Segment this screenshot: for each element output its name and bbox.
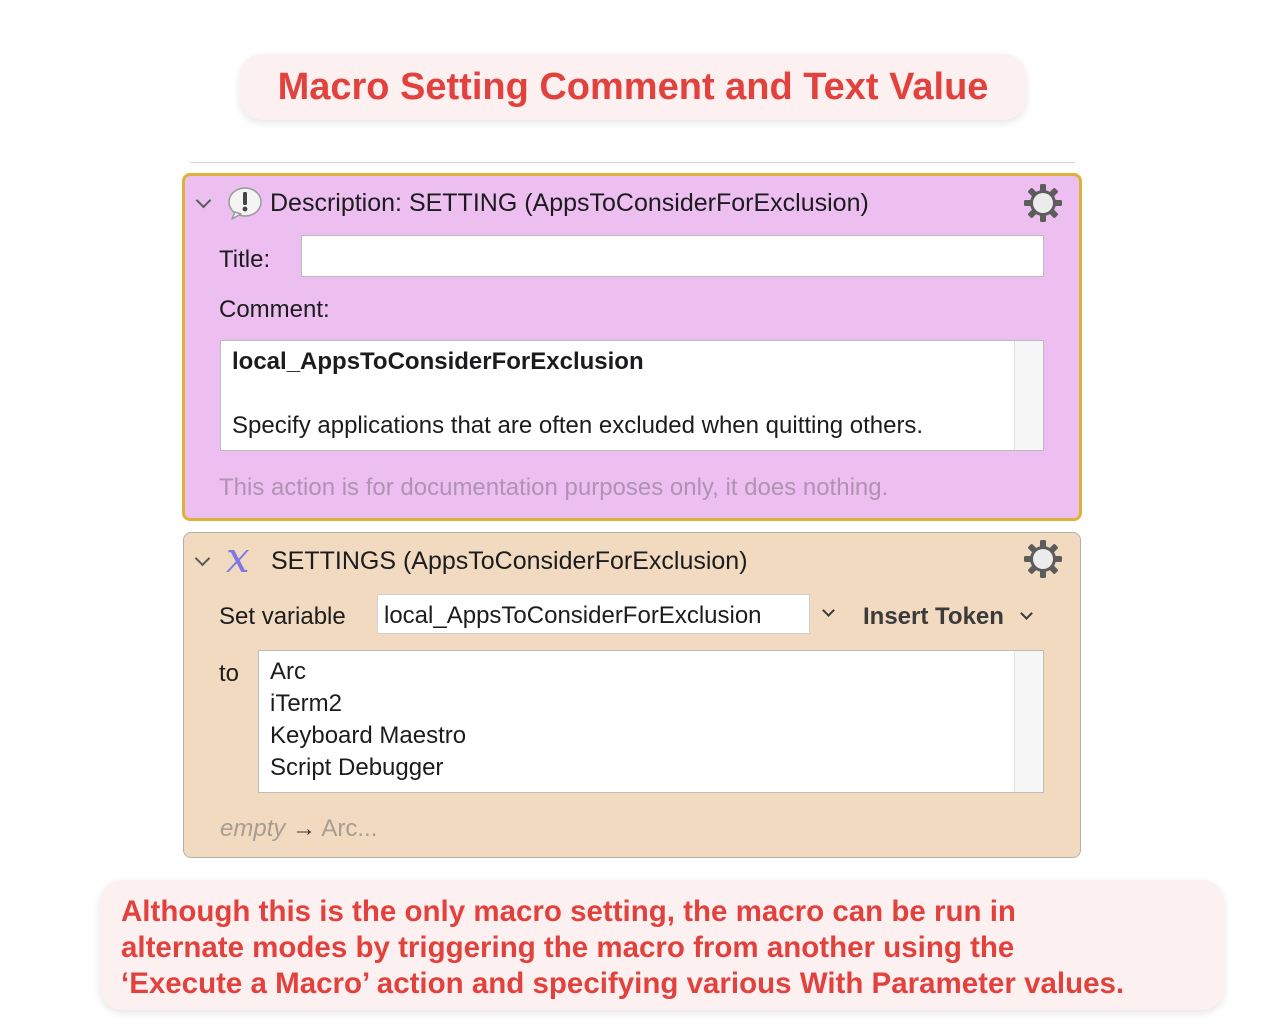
gear-icon[interactable] — [1023, 183, 1063, 223]
title-callout: Macro Setting Comment and Text Value — [240, 54, 1026, 120]
settings-header: SETTINGS (AppsToConsiderForExclusion) — [271, 547, 748, 575]
comment-heading: local_AppsToConsiderForExclusion — [232, 348, 644, 375]
summary-after: Arc... — [321, 815, 378, 842]
variable-name-field[interactable]: local_AppsToConsiderForExclusion — [377, 594, 810, 634]
variable-dropdown-chevron-icon[interactable] — [822, 604, 835, 617]
title-label: Title: — [219, 246, 271, 273]
comment-textarea[interactable]: local_AppsToConsiderForExclusion Specify… — [220, 340, 1044, 451]
value-lines: Arc iTerm2 Keyboard Maestro Script Debug… — [270, 656, 466, 784]
value-line: iTerm2 — [270, 690, 343, 717]
arrow-right-icon: → — [292, 815, 317, 842]
note-line: ‘Execute a Macro’ action and specifying … — [121, 967, 1125, 1000]
value-line: Keyboard Maestro — [270, 722, 467, 749]
variable-x-icon: 𝑥 — [226, 533, 250, 582]
page: Macro Setting Comment and Text Value Des… — [0, 0, 1266, 1030]
exclamation-bubble-icon — [228, 187, 262, 220]
set-variable-action[interactable]: 𝑥 SETTINGS (AppsToConsiderForExclusion) … — [183, 532, 1081, 858]
insert-token-chevron-icon[interactable] — [1020, 607, 1033, 620]
insert-token-label: Insert Token — [863, 603, 1004, 630]
note-line: Although this is the only macro setting,… — [121, 895, 1016, 928]
value-scrollbar[interactable] — [1014, 651, 1043, 792]
value-line: Arc — [270, 658, 306, 685]
to-label: to — [219, 660, 240, 687]
summary-before: empty — [220, 815, 286, 842]
documentation-note: This action is for documentation purpose… — [219, 474, 889, 501]
value-line: Script Debugger — [270, 754, 444, 781]
title-input[interactable] — [301, 235, 1044, 277]
value-summary: empty → Arc... — [220, 815, 377, 843]
title-callout-text: Macro Setting Comment and Text Value — [277, 65, 989, 108]
description-header: Description: SETTING (AppsToConsiderForE… — [270, 189, 869, 217]
gear-icon[interactable] — [1023, 539, 1063, 579]
note-callout: Although this is the only macro setting,… — [100, 880, 1224, 1010]
separator-line — [190, 162, 1075, 163]
collapse-chevron-icon[interactable] — [194, 550, 211, 567]
description-action[interactable]: Description: SETTING (AppsToConsiderForE… — [182, 173, 1082, 521]
note-line: alternate modes by triggering the macro … — [121, 931, 1015, 964]
comment-body: Specify applications that are often excl… — [232, 412, 924, 439]
variable-name-value: local_AppsToConsiderForExclusion — [384, 602, 762, 629]
set-variable-label: Set variable — [219, 603, 346, 630]
insert-token-button[interactable]: Insert Token — [863, 603, 1004, 631]
value-textarea[interactable]: Arc iTerm2 Keyboard Maestro Script Debug… — [258, 650, 1044, 793]
comment-label: Comment: — [219, 296, 330, 323]
collapse-chevron-icon[interactable] — [195, 192, 212, 209]
comment-scrollbar[interactable] — [1014, 341, 1043, 450]
